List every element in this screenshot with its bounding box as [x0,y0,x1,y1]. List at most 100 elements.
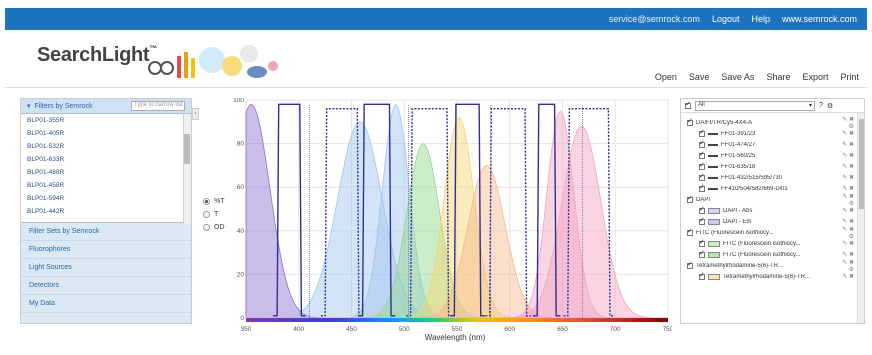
list-item[interactable]: BLP01-442R [21,205,191,218]
radio-icon [203,211,210,218]
visibility-checkbox[interactable] [687,117,693,126]
visibility-checkbox[interactable] [699,139,705,148]
filter-list-scrollbar[interactable] [183,114,191,224]
section-filter-sets[interactable]: Filter Sets by Semrock [21,223,191,241]
menu-share[interactable]: Share [766,72,790,82]
filters-section-header[interactable]: ▾ Filters by Semrock Type to narrow list [21,99,191,113]
trace-row[interactable]: FF01-474/27✎ ✖ [681,139,864,150]
spectrum-chart[interactable]: 350 400 450 500 550 600 650 700 750020406080100 … [232,98,672,344]
collapse-arrow-icon: ▾ [27,103,31,110]
trace-group-row[interactable]: Tetramethylrhodamine-5(6)-TR...✎ ✖ ⚙ [681,260,864,273]
trace-group-row[interactable]: FITC (Fluorescein isothiocy...✎ ✖ ⚙ [681,227,864,240]
menu-save[interactable]: Save [689,72,710,82]
x-tick-label: 400 [293,326,304,333]
fill-swatch [708,273,720,280]
line-swatch [708,154,718,157]
menu-save-as[interactable]: Save As [721,72,754,82]
trace-row[interactable]: FF01-432/515/595/730✎ ✖ [681,172,864,183]
trace-row[interactable]: Tetramethylrhodamine-5(6)-TR...✎ ✖ [681,271,864,282]
visibility-checkbox[interactable] [699,128,705,137]
y-tick-label: 80 [237,141,245,148]
account-email: service@semrock.com [608,14,700,24]
visibility-checkbox[interactable] [699,161,705,170]
section-label: Detectors [29,282,59,289]
radio-percent-t[interactable]: %T [203,195,225,208]
logo-text: SearchLight [37,44,150,66]
logout-link[interactable]: Logout [712,14,740,24]
trace-list-scrollbar[interactable] [857,113,864,323]
right-panel: All ▾ ? ⚙ DA/FI/TR/Cy5-4X4-A✎ ✖ ⚙FF01-391… [680,98,865,324]
visibility-checkbox[interactable] [687,194,693,203]
scrollbar-thumb[interactable] [859,119,864,209]
list-item[interactable]: BLP01-633R [21,153,191,166]
x-tick-label: 650 [557,326,568,333]
list-item[interactable]: BLP01-405R [21,127,191,140]
visibility-checkbox[interactable] [699,271,705,280]
section-my-data[interactable]: My Data [21,295,191,313]
scrollbar-thumb[interactable] [184,134,190,164]
radio-t[interactable]: T [203,208,225,221]
visibility-checkbox[interactable] [699,172,705,181]
y-tick-label: 20 [237,271,245,278]
y-tick-label: 0 [240,315,244,322]
list-item[interactable]: BLP01-458R [21,179,191,192]
list-item[interactable]: BLP01-488R [21,166,191,179]
filter-search-input[interactable]: Type to narrow list [131,101,185,111]
wavelength-color-bar [246,318,668,322]
section-detectors[interactable]: Detectors [21,277,191,295]
settings-icon[interactable]: ⚙ [827,102,833,110]
trace-row[interactable]: FF01-560/25✎ ✖ [681,150,864,161]
x-axis-label: Wavelength (nm) [425,333,486,342]
trace-list: DA/FI/TR/Cy5-4X4-A✎ ✖ ⚙FF01-391/23✎ ✖FF0… [681,113,864,282]
trace-label: FITC (Fluorescein isothiocy... [696,229,774,236]
collapse-panel-button[interactable]: ‹ [192,108,199,120]
trace-row[interactable]: DAPI - Abs✎ ✖ [681,205,864,216]
trace-row[interactable]: FF01-635/18✎ ✖ [681,161,864,172]
trace-label: FF01-432/515/595/730 [721,174,783,181]
visibility-checkbox[interactable] [699,150,705,159]
site-link[interactable]: www.semrock.com [782,14,857,24]
trace-filter-select[interactable]: All ▾ [695,100,815,111]
radio-label: %T [214,198,225,205]
visibility-checkbox[interactable] [699,205,705,214]
menu-export[interactable]: Export [802,72,828,82]
trace-row[interactable]: FF01-391/23✎ ✖ [681,128,864,139]
x-tick-label: 550 [452,326,463,333]
trace-group-row[interactable]: DAPI✎ ✖ ⚙ [681,194,864,207]
visibility-checkbox[interactable] [687,260,693,269]
trace-label: DAPI - Abs [723,207,753,214]
help-link[interactable]: Help [751,14,770,24]
trace-label: FITC (Fluorescein isothiocy... [723,251,801,258]
fill-swatch [708,240,720,247]
radio-od[interactable]: OD [203,221,225,234]
line-swatch [708,132,718,135]
menu-print[interactable]: Print [840,72,859,82]
list-item[interactable]: BLP01-532R [21,140,191,153]
section-fluorophores[interactable]: Fluorophores [21,241,191,259]
trace-row[interactable]: FF410/504/582/669-Di01✎ ✖ [681,183,864,194]
trace-label: DA/FI/TR/Cy5-4X4-A [696,119,753,126]
visibility-checkbox[interactable] [699,249,705,258]
help-icon[interactable]: ? [819,102,823,109]
menu-open[interactable]: Open [655,72,677,82]
select-all-checkbox[interactable] [685,100,691,109]
section-label: My Data [29,300,56,307]
trace-label: FF410/504/582/669-Di01 [721,185,788,192]
visibility-checkbox[interactable] [699,183,705,192]
trace-label: Tetramethylrhodamine-5(6)-TR... [696,262,784,269]
trace-label: FF01-391/23 [721,130,756,137]
visibility-checkbox[interactable] [699,216,705,225]
line-swatch [708,187,718,190]
select-value: All [698,101,705,108]
trace-group-row[interactable]: DA/FI/TR/Cy5-4X4-A✎ ✖ ⚙ [681,117,864,130]
trace-row[interactable]: FITC (Fluorescein isothiocy...✎ ✖ [681,249,864,260]
visibility-checkbox[interactable] [687,227,693,236]
trace-row[interactable]: DAPI - Em✎ ✖ [681,216,864,227]
list-item[interactable]: BLP01-594R [21,192,191,205]
trace-row[interactable]: FITC (Fluorescein isothiocy...✎ ✖ [681,238,864,249]
list-item[interactable]: BLP01-355R [21,114,191,127]
left-panel: ▾ Filters by Semrock Type to narrow list… [20,98,192,324]
visibility-checkbox[interactable] [699,238,705,247]
section-light-sources[interactable]: Light Sources [21,259,191,277]
line-swatch [708,176,718,179]
